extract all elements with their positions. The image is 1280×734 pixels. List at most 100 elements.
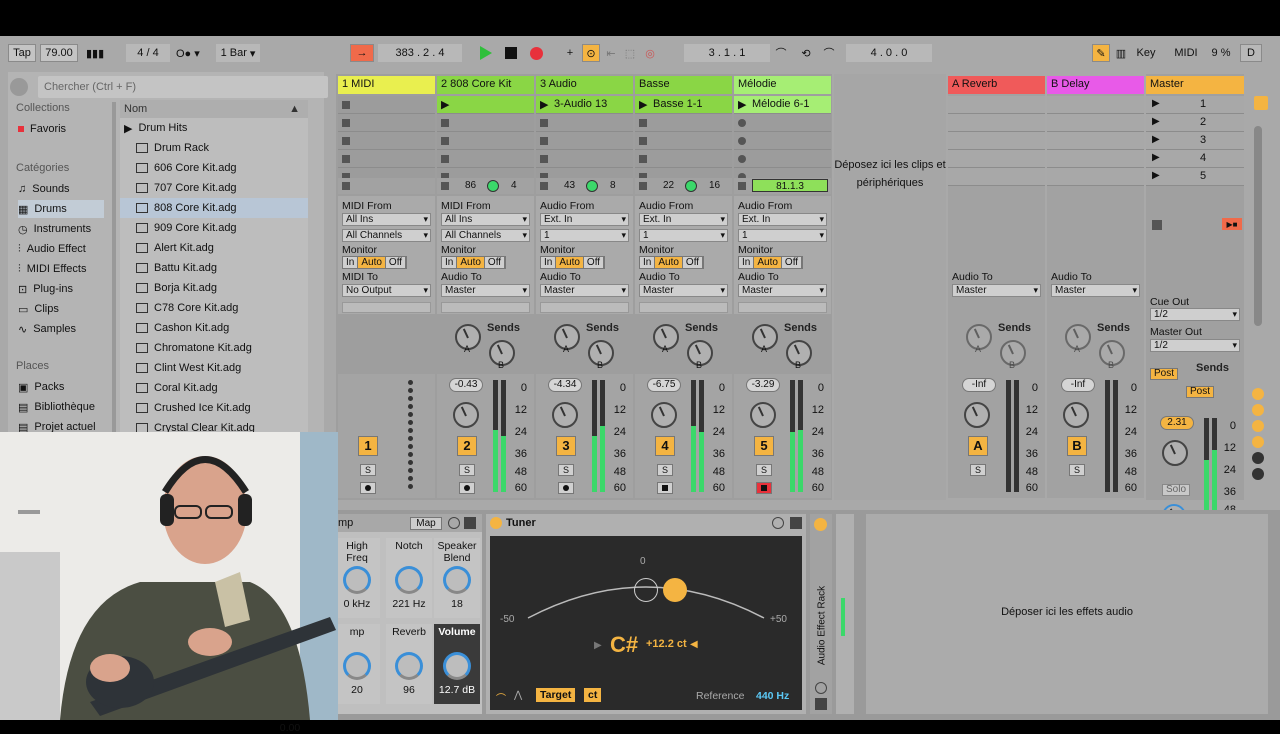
track-stop-icon[interactable] [540,182,548,190]
rack-save-icon[interactable] [815,698,827,710]
solo-button[interactable]: S [558,464,574,476]
amp-param-knob[interactable] [395,652,423,680]
output-sub-select[interactable] [738,302,827,313]
amp-param-value[interactable]: 12.7 dB [434,684,480,696]
clip-play-icon[interactable]: ▶ [738,98,746,111]
list-item[interactable]: 808 Core Kit.adg [120,198,308,218]
clip-slot[interactable] [948,96,1045,114]
stop-icon[interactable] [502,44,520,62]
d-button[interactable]: D [1240,44,1262,62]
tuner-target-button[interactable]: Target [536,688,576,702]
sends-toggle-icon[interactable] [1252,404,1264,416]
bpm-field[interactable]: 79.00 [40,44,78,62]
return-volume-field[interactable]: -Inf [962,378,996,392]
send-a-knob[interactable]: A [752,324,778,354]
sig-numerator[interactable]: 4 [137,47,143,59]
rack-hotswap-icon[interactable] [815,682,827,694]
track-stop-icon[interactable] [342,182,350,190]
map-button[interactable]: Map [410,517,442,530]
arm-button[interactable] [360,482,376,494]
send-b-knob[interactable]: B [1099,340,1125,370]
sidebar-item-favoris[interactable]: Favoris [18,120,104,138]
send-b-knob[interactable]: B [489,340,515,370]
send-a-knob[interactable]: A [554,324,580,354]
stop-slot-icon[interactable] [639,137,647,145]
sidebar-item-sounds[interactable]: ♫ Sounds [18,180,104,198]
stop-slot-icon[interactable] [540,119,548,127]
track-stop-icon[interactable] [738,182,746,190]
record-icon[interactable] [527,44,545,62]
track-activator-button[interactable]: 5 [754,436,774,456]
track-activator-button[interactable]: 2 [457,436,477,456]
monitor-in-button[interactable]: In [739,257,755,268]
amp-param-knob[interactable] [395,566,423,594]
send-b-knob[interactable]: B [687,340,713,370]
input-type-select[interactable]: All Ins [441,213,530,226]
clip-slot[interactable] [1047,150,1144,168]
return-pan-knob[interactable] [964,402,990,428]
track-activator-button[interactable]: 4 [655,436,675,456]
output-select[interactable]: Master [639,284,728,297]
input-channel-select[interactable]: All Channels [441,229,530,242]
post-button-b[interactable]: Post [1186,386,1214,398]
clip-slot[interactable] [338,150,435,168]
sidebar-scrollbar[interactable] [112,102,116,442]
search-input[interactable]: Chercher (Ctrl + F) [38,76,328,98]
monitor-off-button[interactable]: Off [484,257,506,268]
clip-slot[interactable] [1047,132,1144,150]
clip-play-icon[interactable]: ▶ [639,98,647,111]
return-volume-field[interactable]: -Inf [1061,378,1095,392]
stop-slot-icon[interactable] [441,155,449,163]
clip-slot[interactable] [635,114,732,132]
sidebar-item-samples[interactable]: ∿ Samples [18,320,104,338]
device-on-icon[interactable] [490,517,502,529]
loop-start-field[interactable]: 3 . 1 . 1 [684,44,770,62]
tap-button[interactable]: Tap [8,44,36,62]
output-select[interactable]: Master [952,284,1041,297]
post-button-a[interactable]: Post [1150,368,1178,380]
amp-param-knob[interactable] [443,652,471,680]
stop-slot-icon[interactable] [441,119,449,127]
input-channel-select[interactable]: All Channels [342,229,431,242]
scene-launch[interactable]: ▶ 4 [1146,150,1244,168]
loop-length-field[interactable]: 4 . 0 . 0 [846,44,932,62]
clip-slot[interactable] [734,132,831,150]
sidebar-item-plugins[interactable]: ⊡ Plug-ins [18,280,104,298]
device-save-icon[interactable] [464,517,476,529]
metronome-icon[interactable]: O● ▾ [176,44,200,62]
sidebar-item-packs[interactable]: ▣ Packs [18,378,104,396]
track-volume-field[interactable]: -4.34 [548,378,582,392]
record-slot-icon[interactable] [738,119,746,127]
track-header[interactable]: Mélodie [734,76,831,94]
solo-button[interactable]: S [756,464,772,476]
track-activator-button[interactable]: 1 [358,436,378,456]
input-type-select[interactable]: All Ins [342,213,431,226]
sort-arrow-icon[interactable]: ▲ [289,103,300,115]
sidebar-item-audio-effects[interactable]: ⫶ Audio Effect [18,240,104,258]
stop-slot-icon[interactable] [342,155,350,163]
output-sub-select[interactable] [540,302,629,313]
monitor-in-button[interactable]: In [442,257,458,268]
sidebar-item-library[interactable]: ▤ Bibliothèque [18,398,104,416]
arm-button[interactable] [756,482,772,494]
mixer-toggle-icon[interactable] [1252,436,1264,448]
list-item[interactable]: Crushed Ice Kit.adg [120,398,308,418]
solo-button[interactable]: S [657,464,673,476]
track-pan-knob[interactable] [552,402,578,428]
crossfader-toggle-icon[interactable] [1252,452,1264,464]
master-solo-button[interactable]: Solo [1162,484,1190,496]
stop-slot-icon[interactable] [639,155,647,163]
clip-slot[interactable] [437,150,534,168]
clip-play-icon[interactable]: ▶ [441,98,449,111]
list-item[interactable]: Alert Kit.adg [120,238,308,258]
clip-slot[interactable] [948,132,1045,150]
master-track-header[interactable]: Master [1146,76,1244,94]
sidebar-item-drums[interactable]: ▦ Drums [18,200,104,218]
stop-all-clips-icon[interactable] [1152,220,1162,230]
clip-slot[interactable]: ▶ 3-Audio 13 [536,96,633,114]
session-record-arrow-icon[interactable]: ▶■ [1222,218,1242,230]
scene-play-icon[interactable]: ▶ [1152,170,1160,181]
input-type-select[interactable]: Ext. In [540,213,629,226]
arm-button[interactable] [558,482,574,494]
solo-button[interactable]: S [970,464,986,476]
